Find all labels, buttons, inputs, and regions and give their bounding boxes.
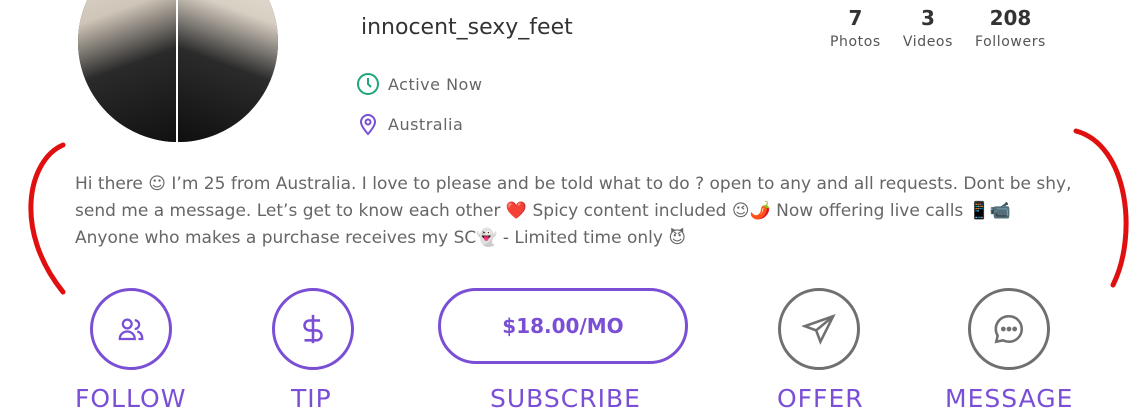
follow-label[interactable]: FOLLOW <box>75 384 186 413</box>
tip-button[interactable] <box>272 288 354 370</box>
stat-videos-count: 3 <box>920 6 935 30</box>
tip-label[interactable]: TIP <box>291 384 332 413</box>
stat-followers[interactable]: 208 Followers <box>975 6 1046 50</box>
stat-photos-count: 7 <box>848 6 863 30</box>
location-pin-icon <box>359 114 377 136</box>
stat-photos[interactable]: 7 Photos <box>830 6 881 50</box>
dollar-icon <box>303 314 323 344</box>
username: innocent_sexy_feet <box>361 15 573 40</box>
profile-stats: 7 Photos 3 Videos 208 Followers <box>830 6 1068 50</box>
send-icon <box>802 314 836 345</box>
chat-bubble-icon <box>994 314 1024 344</box>
active-status: Active Now <box>356 72 482 96</box>
offer-label[interactable]: OFFER <box>777 384 864 413</box>
location-text: Australia <box>388 114 464 134</box>
stat-followers-label: Followers <box>974 34 1046 50</box>
stat-photos-label: Photos <box>830 34 881 50</box>
profile-avatar[interactable] <box>78 0 278 142</box>
subscribe-button[interactable]: $18.00/MO <box>438 288 688 364</box>
subscribe-label[interactable]: SUBSCRIBE <box>490 384 641 413</box>
location: Australia <box>356 112 463 136</box>
users-icon <box>118 318 144 341</box>
bio-text: Hi there ☺ I’m 25 from Australia. I love… <box>75 174 1072 248</box>
offer-button[interactable] <box>778 288 860 370</box>
stat-videos[interactable]: 3 Videos <box>903 6 953 50</box>
avatar-image-left <box>78 0 178 142</box>
annotation-left-bracket <box>28 142 66 295</box>
stat-followers-count: 208 <box>989 6 1032 30</box>
stat-videos-label: Videos <box>902 34 953 50</box>
avatar-image-right <box>176 0 278 142</box>
active-status-text: Active Now <box>388 74 483 94</box>
follow-button[interactable] <box>90 288 172 370</box>
message-button[interactable] <box>968 288 1050 370</box>
subscribe-price: $18.00/MO <box>502 314 624 338</box>
annotation-right-bracket <box>1073 128 1129 288</box>
clock-icon <box>357 73 379 95</box>
message-label[interactable]: MESSAGE <box>945 384 1073 413</box>
